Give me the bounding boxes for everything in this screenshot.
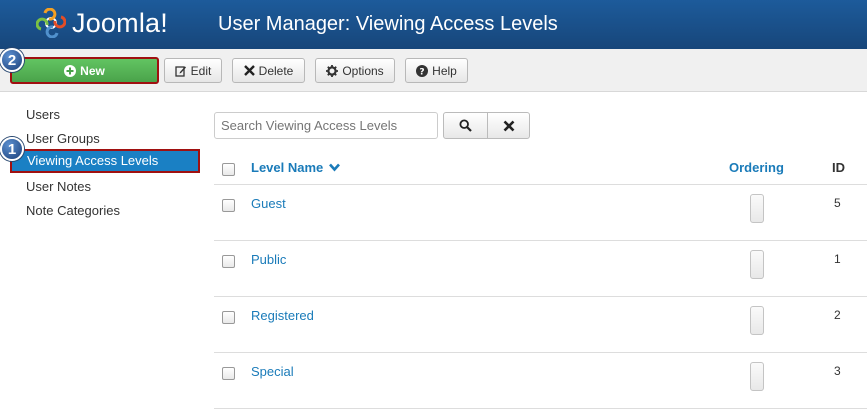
row-checkbox[interactable] <box>222 255 235 268</box>
sidebar-item-user-notes[interactable]: User Notes <box>26 178 120 202</box>
close-icon <box>243 65 255 76</box>
sidebar-item-note-categories[interactable]: Note Categories <box>26 202 120 226</box>
sidebar-item-viewing-access-levels[interactable]: Viewing Access Levels <box>10 149 200 173</box>
id-column-header: ID <box>832 160 845 175</box>
header-bar: Joomla! User Manager: Viewing Access Lev… <box>0 0 867 49</box>
row-id: 3 <box>834 364 841 378</box>
ordering-drag-handle[interactable] <box>750 194 764 223</box>
edit-button-label: Edit <box>190 63 212 78</box>
ordering-drag-handle[interactable] <box>750 250 764 279</box>
row-id: 1 <box>834 252 841 266</box>
toolbar: New Edit Delete Options ? Help <box>0 49 867 92</box>
callout-badge-1: 1 <box>0 137 24 161</box>
edit-button[interactable]: Edit <box>164 58 222 83</box>
row-checkbox[interactable] <box>222 311 235 324</box>
help-button[interactable]: ? Help <box>405 58 468 83</box>
row-checkbox[interactable] <box>222 367 235 380</box>
table-header: Level Name Ordering ID <box>214 150 867 185</box>
gear-icon <box>326 64 339 77</box>
edit-icon <box>175 65 187 77</box>
level-name-column-header[interactable]: Level Name <box>251 160 340 175</box>
help-button-label: Help <box>432 63 457 78</box>
ordering-drag-handle[interactable] <box>750 306 764 335</box>
search-input[interactable] <box>214 112 438 139</box>
new-button[interactable]: New <box>10 57 159 84</box>
clear-search-button[interactable] <box>487 113 529 138</box>
options-button[interactable]: Options <box>315 58 395 83</box>
delete-button[interactable]: Delete <box>232 58 305 83</box>
options-button-label: Options <box>342 63 384 78</box>
search-button[interactable] <box>444 113 487 138</box>
svg-text:?: ? <box>420 67 425 77</box>
new-button-label: New <box>80 63 105 78</box>
table-row: Special 3 <box>214 353 867 409</box>
sidebar-item-users[interactable]: Users <box>26 106 120 130</box>
table-row: Guest 5 <box>214 185 867 241</box>
search-icon <box>459 119 472 132</box>
table-row: Public 1 <box>214 241 867 297</box>
joomla-logo[interactable]: Joomla! <box>36 6 168 40</box>
level-name-link[interactable]: Guest <box>251 196 286 211</box>
callout-badge-2: 2 <box>0 48 24 72</box>
question-circle-icon: ? <box>416 64 429 77</box>
table-row: Registered 2 <box>214 297 867 353</box>
close-icon <box>503 120 514 131</box>
level-name-link[interactable]: Registered <box>251 308 314 323</box>
row-checkbox[interactable] <box>222 199 235 212</box>
level-name-link[interactable]: Special <box>251 364 294 379</box>
ordering-drag-handle[interactable] <box>750 362 764 391</box>
level-name-header-label: Level Name <box>251 160 324 175</box>
delete-button-label: Delete <box>258 63 294 78</box>
select-all-checkbox[interactable] <box>222 163 235 176</box>
logo-text: Joomla! <box>72 7 168 38</box>
row-id: 2 <box>834 308 841 322</box>
row-id: 5 <box>834 196 841 210</box>
chevron-down-icon <box>328 163 340 172</box>
search-button-group <box>443 112 530 139</box>
ordering-column-header[interactable]: Ordering <box>729 160 784 175</box>
page-title: User Manager: Viewing Access Levels <box>218 13 558 35</box>
plus-circle-icon <box>64 64 77 77</box>
level-name-link[interactable]: Public <box>251 252 286 267</box>
joomla-logo-icon <box>36 8 66 38</box>
